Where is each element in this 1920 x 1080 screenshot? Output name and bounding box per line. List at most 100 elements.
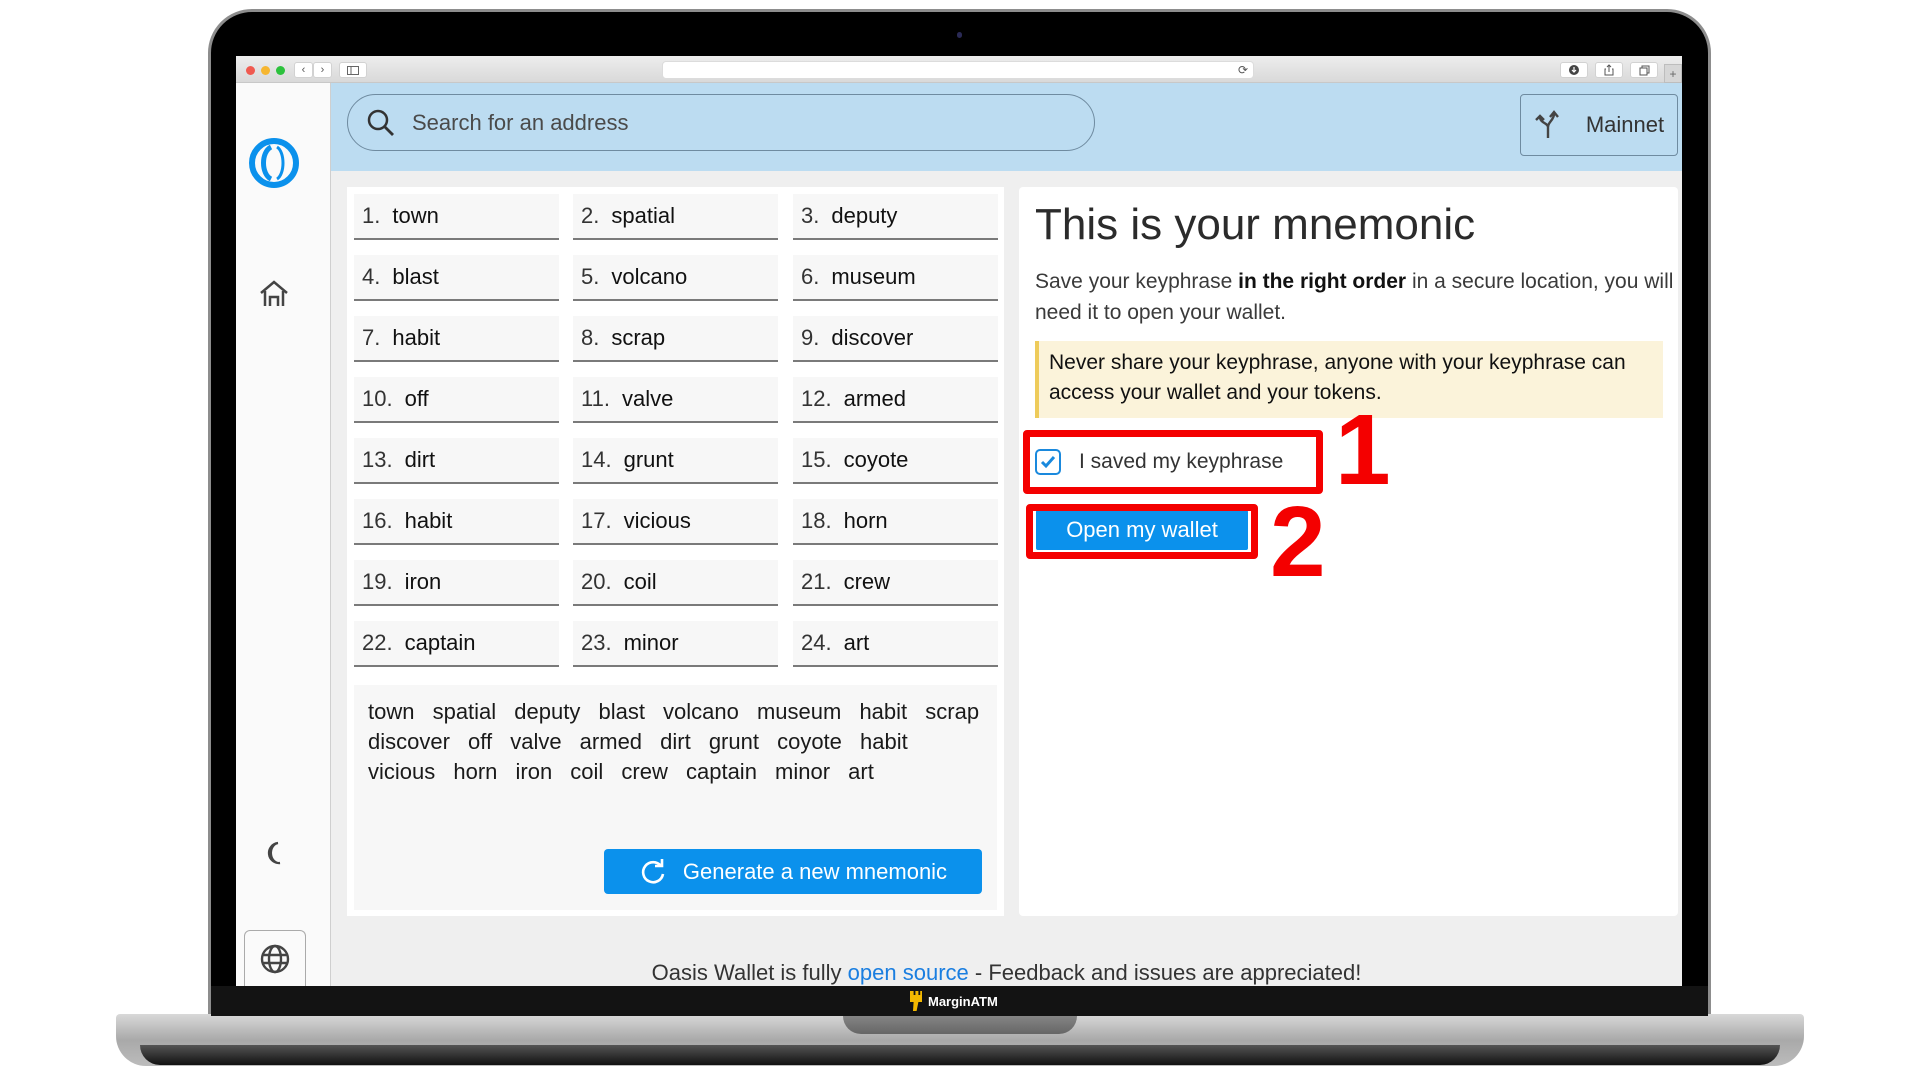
- network-selector-button[interactable]: Mainnet: [1520, 94, 1678, 156]
- watermark-label: MarginATM: [928, 993, 998, 1009]
- word-index: 21.: [801, 569, 832, 594]
- search-input[interactable]: [410, 108, 1014, 137]
- annotation-step-1: 1: [1335, 394, 1391, 506]
- annotation-step-2: 2: [1270, 486, 1326, 598]
- word-text: habit: [404, 508, 453, 533]
- word-index: 6.: [801, 264, 820, 289]
- word-text: grunt: [623, 447, 674, 472]
- sidebar-icon: [347, 65, 359, 75]
- share-button[interactable]: [1595, 62, 1623, 78]
- home-button[interactable]: [258, 278, 290, 310]
- close-window-button[interactable]: [246, 66, 255, 75]
- downloads-button[interactable]: [1560, 62, 1588, 78]
- mnemonic-word: 6. museum: [793, 255, 998, 301]
- word-text: iron: [404, 569, 442, 594]
- word-index: 9.: [801, 325, 820, 350]
- language-button[interactable]: [244, 930, 306, 986]
- word-text: blast: [392, 264, 439, 289]
- mnemonic-word: 20. coil: [573, 560, 778, 606]
- word-index: 17.: [581, 508, 612, 533]
- word-index: 15.: [801, 447, 832, 472]
- word-text: dirt: [404, 447, 436, 472]
- word-text: armed: [843, 386, 906, 411]
- mnemonic-word: 11. valve: [573, 377, 778, 423]
- laptop-base-bottom: [140, 1045, 1780, 1065]
- word-index: 19.: [362, 569, 393, 594]
- word-index: 1.: [362, 203, 381, 228]
- word-text: captain: [404, 630, 476, 655]
- network-label: Mainnet: [1585, 112, 1665, 137]
- word-text: off: [404, 386, 429, 411]
- word-text: deputy: [831, 203, 898, 228]
- word-text: horn: [843, 508, 888, 533]
- mnemonic-word: 5. volcano: [573, 255, 778, 301]
- word-index: 22.: [362, 630, 393, 655]
- mnemonic-word: 8. scrap: [573, 316, 778, 362]
- mnemonic-word: 23. minor: [573, 621, 778, 667]
- word-text: coyote: [843, 447, 909, 472]
- forward-button[interactable]: ›: [313, 62, 332, 78]
- word-index: 20.: [581, 569, 612, 594]
- instructions-text: Save your keyphrase in the right order i…: [1035, 266, 1675, 328]
- laptop-notch: [843, 1014, 1077, 1034]
- word-index: 7.: [362, 325, 381, 350]
- address-search[interactable]: [347, 94, 1095, 151]
- generate-mnemonic-button[interactable]: Generate a new mnemonic: [604, 849, 982, 894]
- mnemonic-word: 7. habit: [354, 316, 559, 362]
- word-index: 2.: [581, 203, 600, 228]
- word-text: museum: [831, 264, 916, 289]
- reload-icon[interactable]: ⟳: [1235, 61, 1251, 79]
- footer: Oasis Wallet is fully open source - Feed…: [331, 960, 1682, 986]
- watermark: MarginATM: [910, 990, 998, 1012]
- tab-overview-button[interactable]: [1630, 62, 1658, 78]
- open-source-link[interactable]: open source: [848, 960, 969, 985]
- theme-toggle-button[interactable]: [262, 840, 288, 866]
- mnemonic-word: 4. blast: [354, 255, 559, 301]
- word-index: 3.: [801, 203, 820, 228]
- moon-icon: [267, 841, 281, 865]
- word-text: valve: [621, 386, 674, 411]
- mnemonic-word: 10. off: [354, 377, 559, 423]
- word-index: 5.: [581, 264, 600, 289]
- word-text: habit: [392, 325, 441, 350]
- word-text: scrap: [611, 325, 666, 350]
- mnemonic-word: 15. coyote: [793, 438, 998, 484]
- mnemonic-phrase-text: town spatial deputy blast volcano museum…: [368, 699, 980, 784]
- address-bar[interactable]: [662, 61, 1254, 79]
- word-text: discover: [831, 325, 914, 350]
- mnemonic-word: 19. iron: [354, 560, 559, 606]
- mnemonic-word: 14. grunt: [573, 438, 778, 484]
- back-button[interactable]: ‹: [294, 62, 313, 78]
- mnemonic-word: 12. armed: [793, 377, 998, 423]
- word-text: vicious: [623, 508, 691, 533]
- refresh-icon: [641, 858, 665, 883]
- mnemonic-word: 13. dirt: [354, 438, 559, 484]
- download-icon: [1569, 65, 1579, 75]
- word-index: 10.: [362, 386, 393, 411]
- word-index: 16.: [362, 508, 393, 533]
- new-tab-button[interactable]: +: [1664, 64, 1682, 83]
- mnemonic-word: 1. town: [354, 194, 559, 240]
- sidebar-toggle-button[interactable]: [339, 62, 367, 78]
- mnemonic-word: 24. art: [793, 621, 998, 667]
- desc-bold: in the right order: [1238, 270, 1407, 293]
- network-fork-icon: [1535, 110, 1559, 138]
- word-index: 23.: [581, 630, 612, 655]
- mnemonic-word: 9. discover: [793, 316, 998, 362]
- minimize-window-button[interactable]: [261, 66, 270, 75]
- maximize-window-button[interactable]: [276, 66, 285, 75]
- word-text: crew: [843, 569, 891, 594]
- word-text: art: [843, 630, 870, 655]
- word-index: 14.: [581, 447, 612, 472]
- oasis-logo-icon[interactable]: [249, 138, 299, 188]
- mnemonic-word: 22. captain: [354, 621, 559, 667]
- word-index: 24.: [801, 630, 832, 655]
- word-index: 11.: [581, 386, 610, 411]
- word-text: coil: [623, 569, 657, 594]
- word-index: 8.: [581, 325, 600, 350]
- annotation-box-step-2: [1026, 504, 1258, 559]
- footer-pre: Oasis Wallet is fully: [651, 960, 848, 985]
- plus-icon: +: [1669, 66, 1677, 81]
- chevron-left-icon: ‹: [301, 64, 306, 76]
- word-index: 12.: [801, 386, 832, 411]
